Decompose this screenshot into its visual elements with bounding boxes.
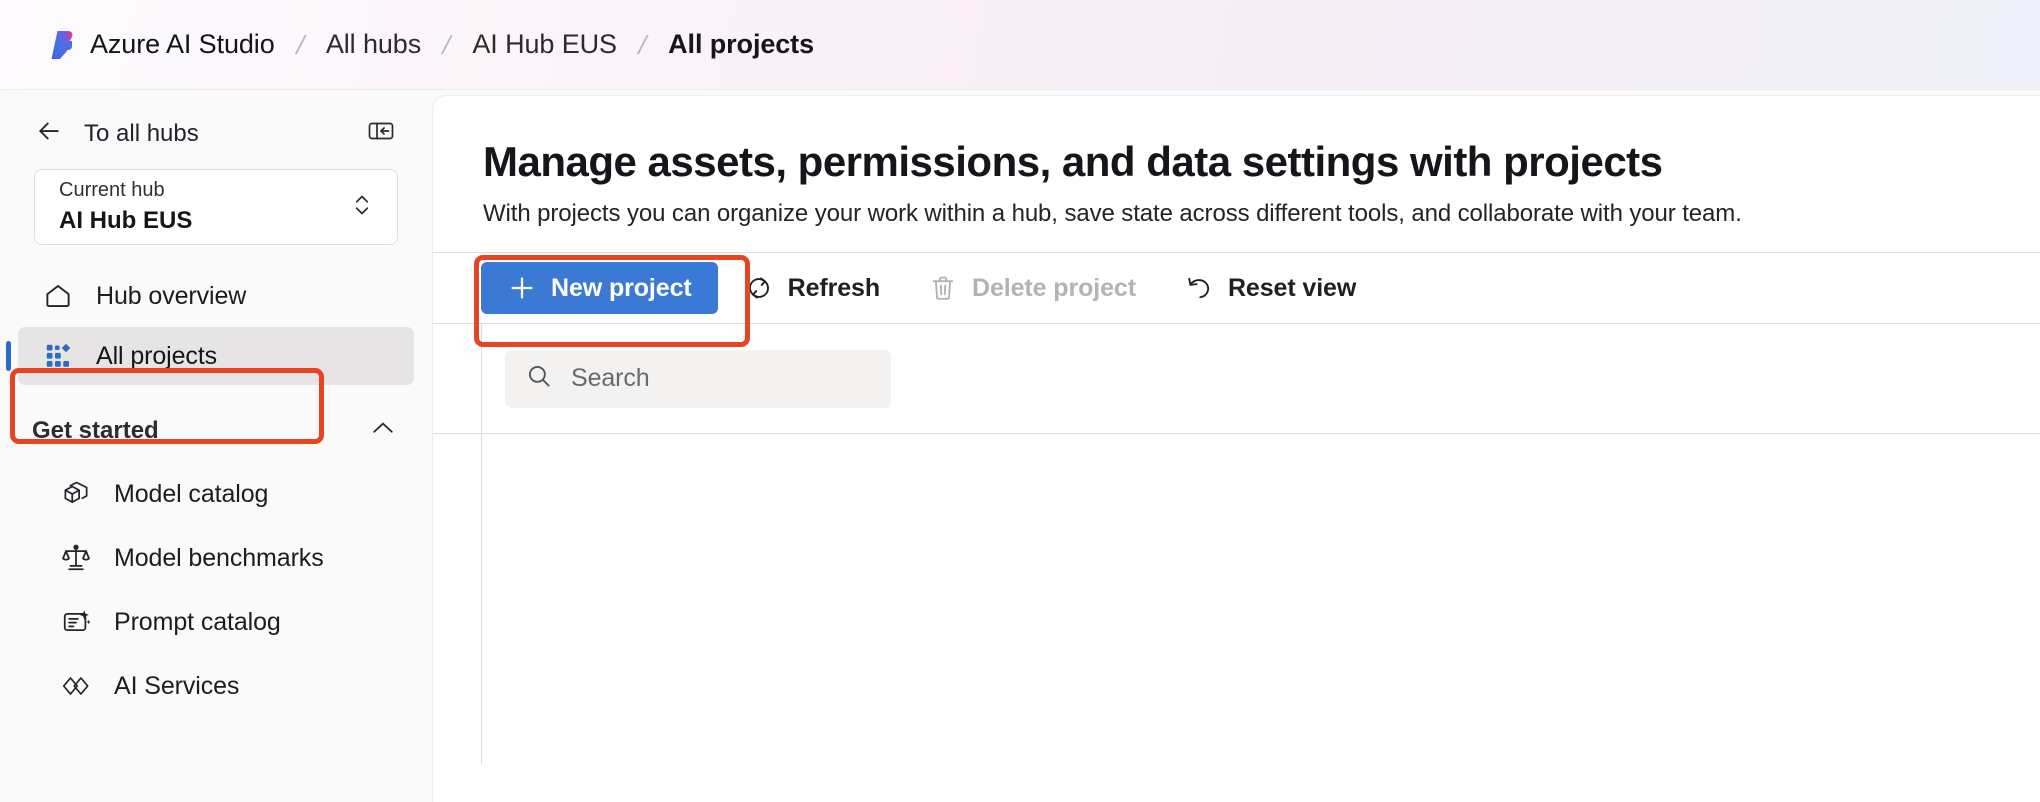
refresh-label: Refresh bbox=[787, 273, 881, 302]
projects-list-area: Search bbox=[433, 324, 2040, 802]
sidebar: To all hubs Current hub AI Hub EUS Hub o… bbox=[0, 90, 432, 802]
current-hub-value: AI Hub EUS bbox=[59, 206, 193, 234]
breadcrumb-item-all-projects: All projects bbox=[668, 29, 814, 59]
azure-ai-studio-logo-icon bbox=[48, 29, 74, 61]
collapse-panel-button[interactable] bbox=[364, 117, 398, 151]
breadcrumb: / All hubs / AI Hub EUS / All projects bbox=[275, 29, 814, 60]
brand[interactable]: Azure AI Studio bbox=[0, 29, 275, 61]
chevron-up-down-icon bbox=[349, 188, 375, 227]
main-content-panel: Manage assets, permissions, and data set… bbox=[432, 95, 2040, 802]
delete-project-button[interactable]: Delete project bbox=[906, 262, 1158, 314]
sidebar-top-row: To all hubs bbox=[0, 90, 432, 159]
prompt-sparkle-icon bbox=[60, 606, 92, 638]
breadcrumb-item-ai-hub-eus[interactable]: AI Hub EUS bbox=[472, 29, 617, 60]
sidebar-item-label: Hub overview bbox=[96, 281, 247, 310]
app-root: Azure AI Studio / All hubs / AI Hub EUS … bbox=[0, 0, 2040, 802]
home-icon bbox=[42, 280, 74, 312]
sidebar-item-prompt-catalog[interactable]: Prompt catalog bbox=[18, 590, 414, 654]
plus-icon bbox=[507, 273, 537, 303]
page-subtitle: With projects you can organize your work… bbox=[483, 200, 1742, 227]
scales-icon bbox=[60, 542, 92, 574]
search-placeholder: Search bbox=[571, 364, 650, 392]
arrow-left-icon bbox=[34, 116, 64, 151]
new-project-label: New project bbox=[551, 273, 692, 302]
sidebar-item-label: Model benchmarks bbox=[114, 543, 324, 572]
sidebar-item-model-benchmarks[interactable]: Model benchmarks bbox=[18, 526, 414, 590]
app-header: Azure AI Studio / All hubs / AI Hub EUS … bbox=[0, 0, 2040, 90]
delete-project-label: Delete project bbox=[972, 273, 1136, 302]
sidebar-nav: Hub overview All projects bbox=[0, 267, 432, 385]
brand-name: Azure AI Studio bbox=[90, 29, 275, 59]
sidebar-section-get-started[interactable]: Get started bbox=[0, 387, 432, 456]
refresh-icon bbox=[744, 273, 774, 303]
sidebar-item-ai-services[interactable]: AI Services bbox=[18, 654, 414, 718]
undo-icon bbox=[1184, 273, 1214, 303]
breadcrumb-separator: / bbox=[439, 29, 455, 60]
collapse-panel-icon bbox=[367, 119, 395, 148]
new-project-button[interactable]: New project bbox=[481, 262, 718, 314]
sidebar-subnav: Model catalog Model benchmarks Prompt ca… bbox=[0, 462, 432, 718]
selection-indicator bbox=[6, 341, 11, 371]
command-toolbar: New project Refresh Delete project Reset… bbox=[433, 252, 2040, 324]
sidebar-item-all-projects[interactable]: All projects bbox=[6, 327, 414, 385]
chevron-up-icon bbox=[368, 413, 398, 448]
search-input[interactable]: Search bbox=[505, 349, 891, 408]
page-title: Manage assets, permissions, and data set… bbox=[483, 138, 1663, 185]
current-hub-caption: Current hub bbox=[59, 178, 165, 201]
grid-projects-icon bbox=[42, 340, 74, 372]
breadcrumb-separator: / bbox=[635, 29, 650, 60]
sidebar-item-label: All projects bbox=[96, 341, 218, 370]
diamonds-icon bbox=[60, 670, 92, 702]
list-left-divider bbox=[481, 324, 482, 764]
current-hub-selector[interactable]: Current hub AI Hub EUS bbox=[34, 169, 398, 245]
cube-icon bbox=[60, 478, 92, 510]
breadcrumb-item-all-hubs[interactable]: All hubs bbox=[326, 29, 421, 60]
back-to-all-hubs-label: To all hubs bbox=[84, 119, 199, 147]
search-icon bbox=[525, 362, 553, 395]
toolbar-wrapper: New project Refresh Delete project Reset… bbox=[433, 252, 2040, 324]
sidebar-section-label: Get started bbox=[32, 416, 159, 444]
reset-view-button[interactable]: Reset view bbox=[1162, 262, 1378, 314]
reset-view-label: Reset view bbox=[1227, 273, 1357, 302]
sidebar-item-label: Model catalog bbox=[114, 479, 269, 508]
refresh-button[interactable]: Refresh bbox=[722, 262, 902, 314]
trash-icon bbox=[928, 273, 958, 303]
back-to-all-hubs-button[interactable]: To all hubs bbox=[34, 116, 199, 151]
search-row: Search bbox=[433, 324, 2040, 434]
sidebar-item-hub-overview[interactable]: Hub overview bbox=[18, 267, 414, 325]
sidebar-item-label: AI Services bbox=[114, 671, 240, 700]
sidebar-item-label: Prompt catalog bbox=[114, 607, 281, 636]
sidebar-item-model-catalog[interactable]: Model catalog bbox=[18, 462, 414, 526]
breadcrumb-separator: / bbox=[292, 29, 308, 60]
